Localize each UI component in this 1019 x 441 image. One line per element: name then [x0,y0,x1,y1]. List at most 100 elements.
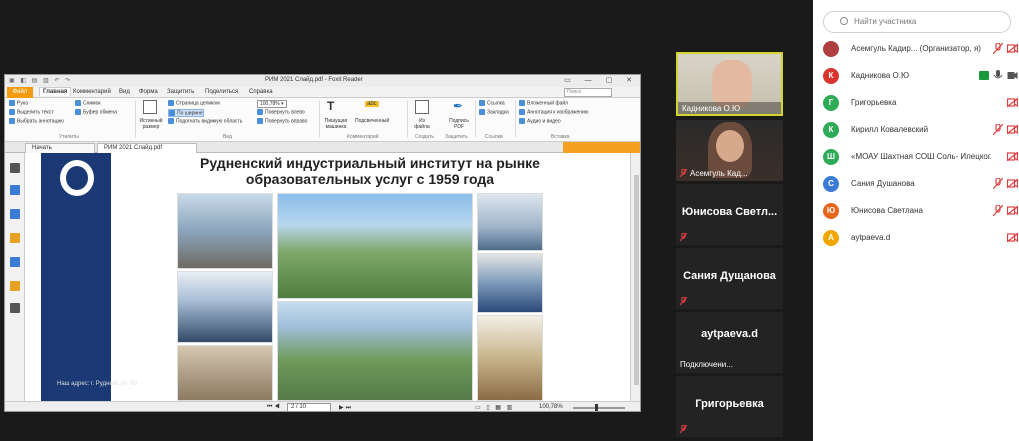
fit-page-button[interactable]: Страница целиком [168,100,220,106]
fit-width-icon [169,110,175,116]
separator [475,100,476,138]
menu-view[interactable]: Вид [119,89,130,95]
lock-icon[interactable] [10,281,20,291]
participant-name: Кирилл Ковалевский [851,125,929,134]
window-controls[interactable]: ▭ — ▢ ✕ [564,76,638,84]
rotate-right-button[interactable]: Повернуть вправо [257,118,307,124]
camera-off-icon[interactable] [1007,44,1018,53]
menu-home[interactable]: Главная [39,87,72,96]
participant-row[interactable]: С Сания Душанова [823,175,1019,193]
mic-muted-icon[interactable] [993,124,1003,135]
hand-tool[interactable]: Рука [9,100,28,106]
pages-icon[interactable] [10,185,20,195]
video-tile[interactable]: aytpaeva.d Подключени... [676,312,783,373]
actual-size-button[interactable]: Истинный размер [137,118,165,130]
view-mode-icons[interactable]: ▭ ▯ ▦ ▥ [475,404,514,411]
menu-help[interactable]: Справка [249,89,273,95]
select-annotation-tool[interactable]: Выбрать аннотацию [9,118,64,124]
page-number-input[interactable]: 2 / 10 [287,403,331,411]
signature-icon[interactable] [10,303,20,313]
mic-muted-icon [680,297,687,305]
mic-muted-icon[interactable] [993,205,1003,216]
hand-icon[interactable] [10,163,20,173]
group-tools-label: Утилиты [59,134,79,140]
comments-icon[interactable] [10,233,20,243]
video-tile[interactable]: Асемгуль Кад... [676,120,783,181]
participant-row[interactable]: Г Григорьевка [823,94,1019,112]
camera-off-icon[interactable] [1007,98,1018,107]
vertical-scrollbar[interactable] [630,153,640,401]
slide-address: Наш адрес: г. Рудный, ул. 50 [57,381,137,387]
zoom-slider-knob[interactable] [595,404,598,411]
participant-row[interactable]: Ю Юнисова Светлана [823,202,1019,220]
video-name: Сания Дущанова [683,270,776,282]
participant-row[interactable]: Ш «МОАУ Шахтная СОШ Соль- Илецког... [823,148,1019,166]
video-name: Юнисова Светл... [681,206,778,218]
foxit-reader-window: ▣ ◧ ▤ ▥ ↶ ↷ РИМ 2021 Слайд.pdf - Foxit R… [4,74,641,412]
sign-pdf-button[interactable]: Подпись PDF [447,118,471,130]
from-file-button[interactable]: Из файла [411,118,433,130]
participant-row[interactable]: А aytpaeva.d [823,229,1019,247]
tab-start[interactable]: Начать [25,143,95,153]
participant-name: aytpaeva.d [851,233,891,242]
pdf-page: Рудненский индустриальный институт на ры… [25,153,630,401]
mic-muted-icon[interactable] [993,43,1003,54]
photo-hall [177,345,273,401]
zoom-slider[interactable] [573,407,625,409]
typewriter-button[interactable]: Пишущая машинка [321,118,351,130]
page-nav-next-last[interactable]: ▶⏭ [339,404,353,411]
menu-protect[interactable]: Защитить [167,89,194,95]
clipboard-button[interactable]: Буфер обмена [75,109,117,115]
highlight-button[interactable]: Подсвеченный [355,118,389,124]
search-icon [840,17,848,25]
camera-off-icon[interactable] [1007,152,1018,161]
tab-document[interactable]: РИМ 2021 Слайд.pdf [97,143,197,153]
camera-off-icon[interactable] [1007,233,1018,242]
participant-search-input[interactable]: Найти участника [823,11,1011,33]
mic-muted-icon[interactable] [993,178,1003,189]
ribbon: Рука Выделить текст Выбрать аннотацию Сн… [5,98,640,142]
camera-off-icon[interactable] [1007,179,1018,188]
title-bar: ▣ ◧ ▤ ▥ ↶ ↷ РИМ 2021 Слайд.pdf - Foxit R… [5,75,640,87]
mic-on-icon[interactable] [993,70,1003,81]
layers-icon[interactable] [10,209,20,219]
attach-file-button[interactable]: Вложенный файл [519,100,568,106]
menu-share[interactable]: Поделиться [205,89,238,95]
video-tile-active-speaker[interactable]: Кадникова О.Ю [676,52,783,116]
avatar: Г [823,95,839,111]
quick-access-icons[interactable]: ▣ ◧ ▤ ▥ ↶ ↷ [9,77,72,84]
zoom-select[interactable]: 100,78% ▾ [257,100,287,108]
fit-width-button[interactable]: По ширине [168,109,204,118]
avatar [823,41,839,57]
snapshot-button[interactable]: Снимок [75,100,101,106]
participant-row[interactable]: Асемгуль Кадир... (Организатор, я) [823,40,1019,58]
photo-lobby [177,193,273,269]
photo-lecture-hall [477,253,543,313]
status-bar: ⏮◀ 2 / 10 ▶⏭ ▭ ▯ ▦ ▥ 100,78% [5,401,640,411]
camera-off-icon[interactable] [1007,206,1018,215]
menu-comment[interactable]: Комментарий [73,89,111,95]
group-comment-label: Комментарий [347,134,379,140]
video-tile[interactable]: Григорьевка [676,376,783,437]
select-text-tool[interactable]: Выделить текст [9,109,54,115]
attachment-icon[interactable] [10,257,20,267]
participant-row[interactable]: К Кадникова О.Ю [823,67,1019,85]
audio-video-button[interactable]: Аудио и видео [519,118,561,124]
link-button[interactable]: Ссылка [479,100,505,106]
reader-search-input[interactable]: Поиск [564,88,612,97]
participant-name: Юнисова Светлана [851,206,923,215]
rotate-left-button[interactable]: Повернуть влево [257,109,305,115]
camera-on-icon[interactable] [1007,71,1018,80]
participant-row[interactable]: К Кирилл Ковалевский [823,121,1019,139]
camera-icon [75,100,81,106]
bookmark-button[interactable]: Закладка [479,109,509,115]
fit-visible-button[interactable]: Подогнать видимую область [168,118,242,124]
page-nav-first-prev[interactable]: ⏮◀ [267,404,282,411]
scroll-thumb[interactable] [634,175,639,385]
image-annotation-button[interactable]: Аннотация к изображению [519,109,589,115]
camera-off-icon[interactable] [1007,125,1018,134]
menu-file[interactable]: Файл [7,87,33,98]
video-tile[interactable]: Юнисова Светл... [676,184,783,245]
menu-form[interactable]: Форма [139,89,158,95]
video-tile[interactable]: Сания Дущанова [676,248,783,309]
